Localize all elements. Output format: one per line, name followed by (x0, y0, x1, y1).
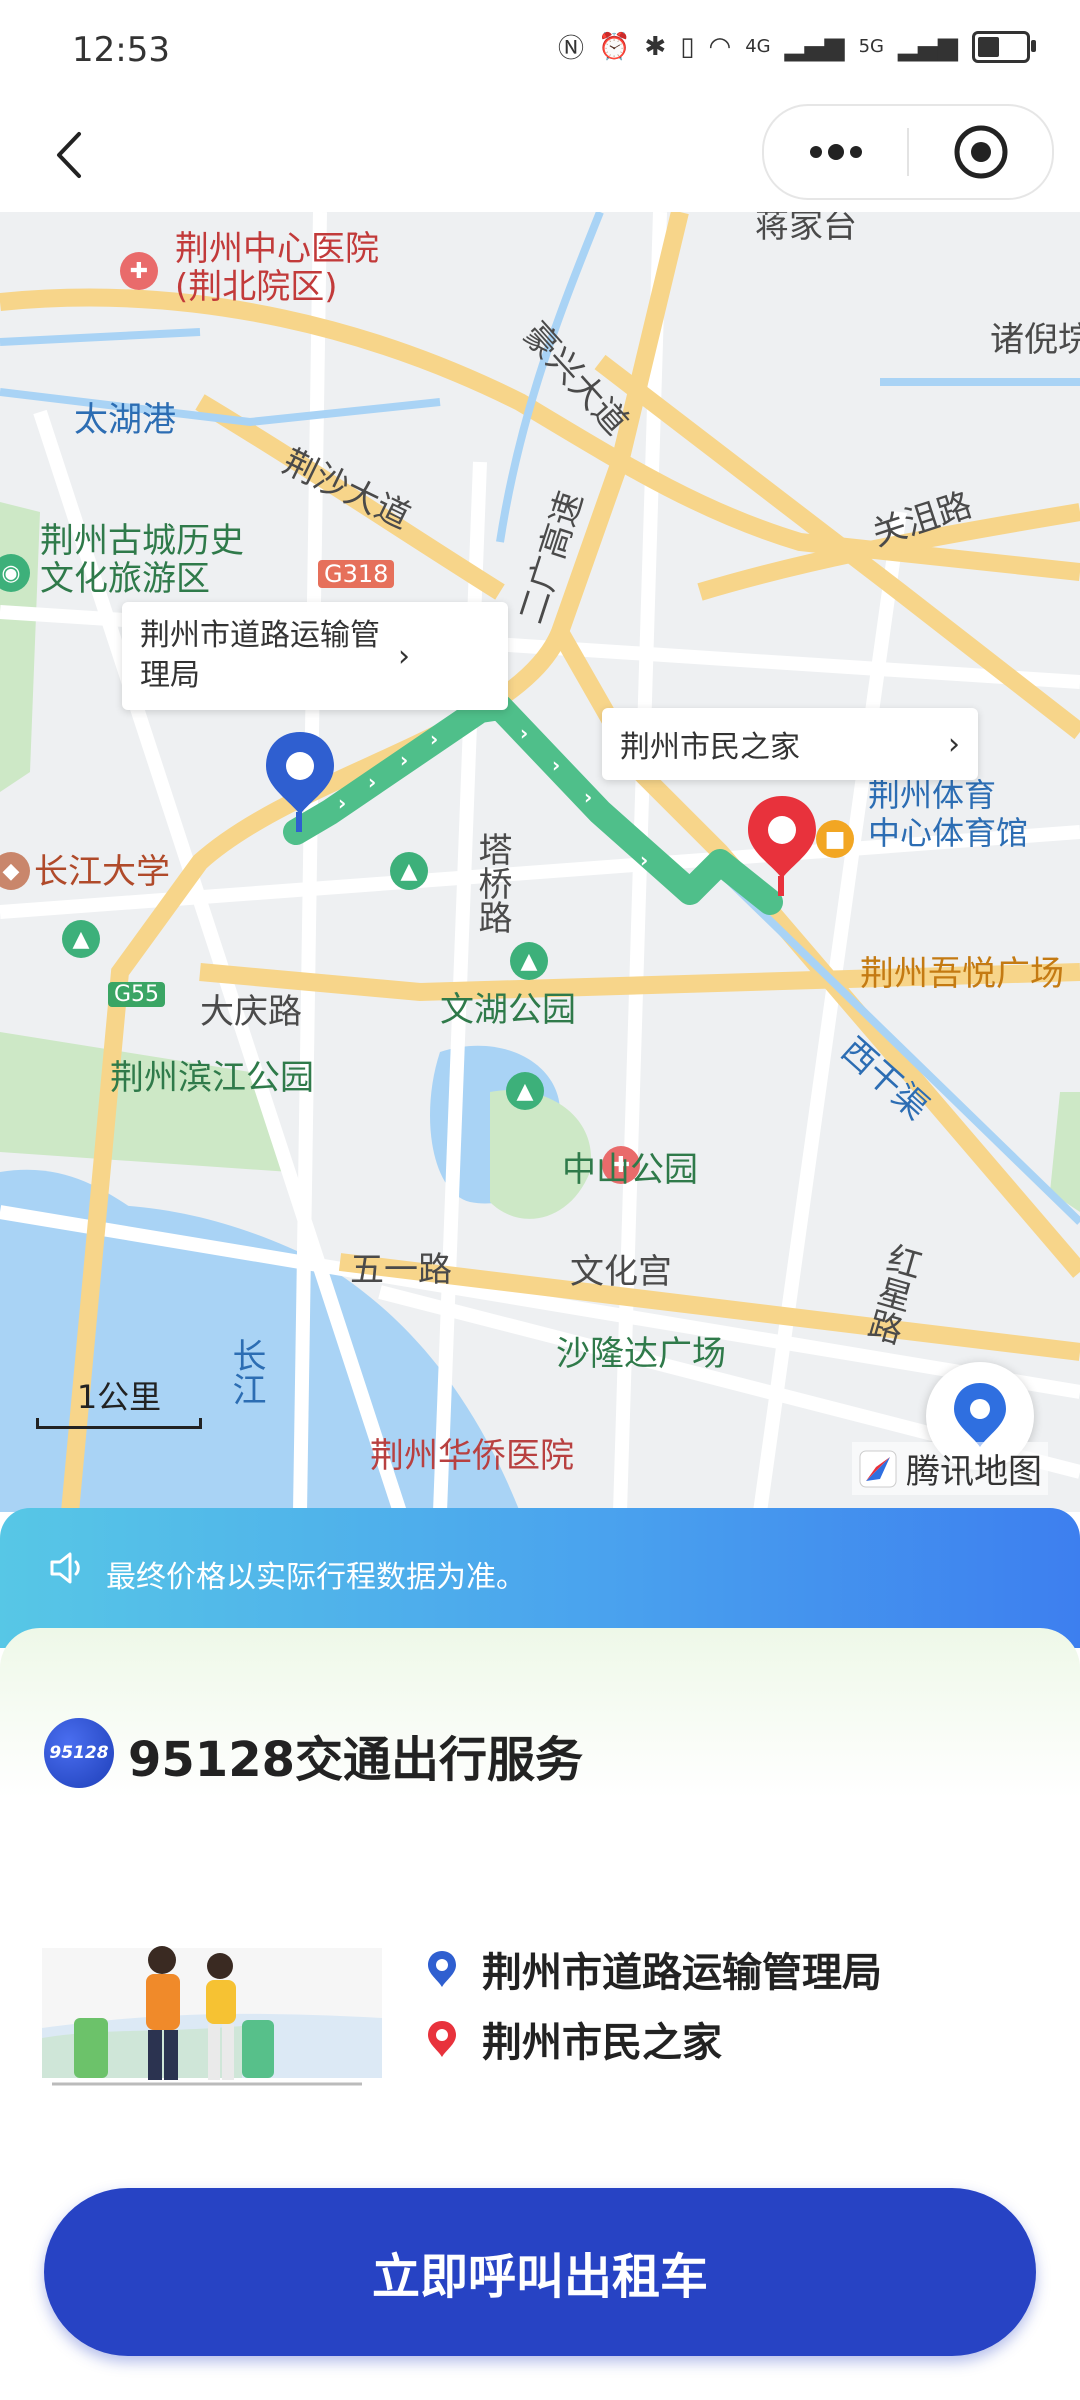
more-button[interactable] (764, 106, 907, 198)
map-scale-bar (36, 1418, 202, 1429)
map-scale-label: 1公里 (76, 1378, 162, 1416)
status-bar: 12:53 Ⓝ ⏰ ✱ ▯ ◠ 4G ▂▄▆ 5G ▂▄▆ (0, 0, 1080, 100)
network-4g-label: 4G (745, 36, 771, 57)
bottom-panel: 95128 95128交通出行服务 荆州市道路运输管理局 荆州市民之家 立即呼叫… (0, 1628, 1080, 2400)
destination-callout[interactable]: 荆州市民之家 › (602, 708, 978, 780)
speaker-icon (50, 1552, 80, 1584)
map-label-jiangjiatai: 蒋家台 (755, 212, 857, 246)
destination-row[interactable]: 荆州市民之家 (426, 2010, 722, 2068)
highway-badge: G55 (108, 982, 166, 1007)
target-close-icon (954, 125, 1007, 179)
map-label-huaqiao-hospital: 荆州华侨医院 (370, 1436, 574, 1476)
map-label-taqiao-road: 塔桥路 (472, 832, 512, 934)
destination-callout-text: 荆州市民之家 (620, 730, 800, 765)
call-taxi-button[interactable]: 立即呼叫出租车 (44, 2188, 1036, 2356)
alarm-icon: ⏰ (598, 31, 631, 62)
origin-callout-text: 荆州市道路运输管 理局 (140, 618, 380, 693)
map-label-sports-center: 荆州体育 中心体育馆 (868, 776, 1029, 852)
signal-icon: ▂▄▆ (898, 31, 958, 62)
tencent-map-logo-icon (859, 1450, 897, 1487)
status-icons: Ⓝ ⏰ ✱ ▯ ◠ 4G ▂▄▆ 5G ▂▄▆ (558, 28, 1036, 65)
locate-pin-icon (954, 1383, 1006, 1447)
hospital-icon: ✚ (120, 252, 158, 290)
destination-pin[interactable] (744, 792, 820, 902)
status-time: 12:53 (72, 30, 170, 70)
service-title: 95128交通出行服务 (128, 1732, 583, 1788)
svg-text:›: › (640, 848, 648, 872)
map-label-zhuni: 诸倪垸 (990, 320, 1080, 360)
svg-text:›: › (338, 791, 346, 815)
service-logo: 95128 (44, 1718, 114, 1788)
map-brand-label: 腾讯地图 (906, 1452, 1042, 1492)
battery-icon (972, 30, 1036, 63)
map-label-yangtze-university: 长江大学 (34, 852, 170, 892)
svg-text:›: › (520, 721, 528, 745)
origin-callout[interactable]: 荆州市道路运输管 理局 › (122, 602, 508, 710)
map-label-wenhu-park: 文湖公园 (440, 990, 576, 1030)
back-button[interactable] (38, 122, 98, 188)
map-label-wuyi-road: 五一路 (350, 1250, 452, 1290)
shopping-icon: ■ (816, 820, 854, 858)
park-icon: ▲ (62, 920, 100, 958)
svg-text:›: › (584, 785, 592, 809)
park-icon: ▲ (390, 852, 428, 890)
origin-pin-icon (428, 1951, 456, 1987)
chevron-left-icon (57, 132, 81, 178)
price-notice-text: 最终价格以实际行程数据为准。 (106, 1560, 526, 1595)
bluetooth-icon: ✱ (644, 31, 667, 62)
more-dots-icon (809, 144, 862, 160)
travelers-illustration-icon (42, 1946, 382, 2086)
destination-text: 荆州市民之家 (482, 2020, 722, 2066)
signal-icon: ▂▄▆ (784, 31, 845, 62)
svg-text:›: › (368, 770, 376, 794)
map-label-shalongda: 沙隆达广场 (556, 1334, 726, 1374)
map-label-binjiang-park: 荆州滨江公园 (110, 1058, 314, 1098)
park-icon: ▲ (510, 942, 548, 980)
nfc-icon: Ⓝ (558, 34, 585, 64)
network-5g-label: 5G (858, 36, 884, 57)
map-scale: 1公里 (36, 1372, 202, 1429)
map-label-daqing-road: 大庆路 (200, 992, 302, 1032)
destination-pin-icon (428, 2021, 456, 2057)
svg-text:›: › (400, 748, 408, 772)
map-brand: 腾讯地图 (852, 1442, 1048, 1495)
map-label-taihu: 太湖港 (74, 400, 176, 440)
wifi-icon: ◠ (708, 31, 732, 62)
close-button[interactable] (909, 106, 1052, 198)
origin-pin[interactable] (262, 728, 338, 838)
vibrate-icon: ▯ (680, 31, 695, 62)
route-map[interactable]: ›››› ›››› ✚ ◉ ◆ ▲ ▲ ▲ ▲ ✚ ■ ◎ 荆州中心医院 (荆北… (0, 212, 1080, 1512)
chevron-right-icon: › (948, 726, 960, 762)
origin-text: 荆州市道路运输管理局 (482, 1950, 882, 1996)
price-notice: 最终价格以实际行程数据为准。 (0, 1508, 1080, 1648)
map-label-wenhua-palace: 文化宫 (570, 1252, 672, 1292)
map-label-wuyue-plaza: 荆州吾悦广场 (860, 954, 1064, 994)
origin-row[interactable]: 荆州市道路运输管理局 (426, 1940, 882, 1998)
svg-text:›: › (552, 753, 560, 777)
map-label-hospital: 荆州中心医院 (荆北院区) (175, 229, 379, 307)
svg-text:›: › (430, 727, 438, 751)
chevron-right-icon: › (398, 638, 410, 674)
map-label-yangtze-river: 长江 (226, 1338, 266, 1406)
mini-program-capsule (762, 104, 1054, 200)
map-label-ancient-city: 荆州古城历史 文化旅游区 (40, 521, 244, 599)
title-bar (0, 100, 1080, 212)
park-icon: ▲ (506, 1072, 544, 1110)
map-label-zhongshan-park: 中山公园 (562, 1150, 698, 1190)
highway-badge: G318 (318, 560, 395, 588)
